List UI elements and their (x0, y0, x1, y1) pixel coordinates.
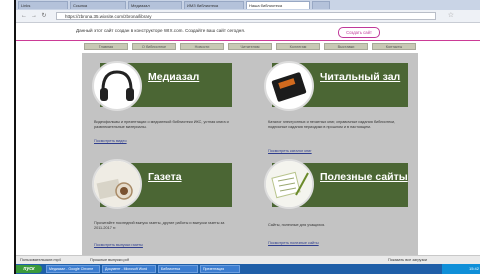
card-description: Каталог электронных и печатных книг, спр… (268, 120, 396, 129)
download-item[interactable]: Пользовательские.mp4 (20, 257, 61, 264)
create-site-button[interactable]: Создать сайт (338, 27, 380, 38)
card-link[interactable]: Посмотреть выпуски газеты (94, 243, 143, 247)
card-title[interactable]: Медиазал (148, 71, 199, 83)
url-field[interactable]: https://zbrona.35.wixsite.com/zbrona/lib… (56, 12, 436, 20)
tab-label: Наша библиотека (249, 3, 283, 8)
show-all-downloads-link[interactable]: Показать все загрузки (388, 257, 427, 264)
start-button[interactable]: пуск (16, 265, 42, 273)
tab-2[interactable]: Ссылка (70, 1, 126, 9)
back-button[interactable]: ← (20, 12, 28, 20)
card-title[interactable]: Газета (148, 171, 182, 183)
tab-label: Медиазал (131, 3, 150, 8)
book-image (264, 61, 314, 111)
menu-item-1[interactable]: Главная (84, 43, 128, 50)
coffee-cup-icon (94, 161, 140, 207)
menu-item-4[interactable]: Читателям (228, 43, 272, 50)
headphones-image (92, 61, 142, 111)
download-item[interactable]: Прошлые выпуски.pdf (90, 257, 129, 264)
card-link[interactable]: Посмотреть каталог книг (268, 149, 312, 153)
taskbar-item[interactable]: Презентация (200, 265, 240, 273)
card-description: Сайты, полезные для учащихся. (268, 223, 326, 227)
taskbar-item[interactable]: Документ - Microsoft Word (102, 265, 156, 273)
menu-item-5[interactable]: Коллегам (276, 43, 320, 50)
tab-label: Links (21, 3, 31, 8)
book-icon (271, 72, 307, 102)
wix-promo-banner: Данный этот сайт создан в конструкторе W… (16, 23, 480, 41)
newspaper-coffee-image (92, 159, 142, 209)
tab-1[interactable]: Links (18, 1, 68, 9)
system-tray-clock: 15:42 (442, 264, 480, 274)
notepad-icon (266, 161, 312, 207)
card-description: Видеофильмы и презентации о медиатекой б… (94, 120, 229, 129)
tab-5-active[interactable]: Наша библиотека (246, 1, 310, 9)
card-link[interactable]: Посмотреть полезные сайты (268, 241, 319, 245)
windows-taskbar: пуск Медиазал - Google Chrome Документ -… (16, 264, 480, 274)
back-arrow-icon: ← (21, 13, 27, 19)
forward-button[interactable]: → (30, 12, 38, 20)
headphones-icon (100, 70, 134, 101)
card-description: Прочитайте последний выпуск газеты, друг… (94, 221, 225, 230)
new-tab-button[interactable] (312, 1, 330, 9)
menu-item-2[interactable]: О библиотеке (132, 43, 176, 50)
tab-3[interactable]: Медиазал (128, 1, 182, 9)
card-title[interactable]: Полезные сайты (320, 171, 408, 183)
browser-window: Links Ссылка Медиазал ИМЗ библиотека Наш… (14, 0, 480, 274)
menu-item-6[interactable]: Выставки (324, 43, 368, 50)
reload-icon: ↻ (41, 13, 47, 19)
bookmark-star-icon[interactable]: ☆ (448, 11, 454, 19)
tab-label: Ссылка (73, 3, 88, 8)
reload-button[interactable]: ↻ (40, 12, 48, 20)
site-menu: Главная О библиотеке Новости Читателям К… (82, 42, 418, 51)
menu-item-3[interactable]: Новости (180, 43, 224, 50)
tab-label: ИМЗ библиотека (187, 3, 219, 8)
content-area: Медиазал Видеофильмы и презентации о мед… (82, 53, 418, 263)
taskbar-item[interactable]: Библиотека (158, 265, 198, 273)
forward-arrow-icon: → (31, 13, 37, 19)
card-title[interactable]: Читальный зал (320, 71, 400, 83)
wix-banner-text: Данный этот сайт создан в конструкторе W… (76, 28, 246, 33)
tab-4[interactable]: ИМЗ библиотека (184, 1, 244, 9)
tab-bar: Links Ссылка Медиазал ИМЗ библиотека Наш… (16, 0, 480, 10)
address-bar-row: ← → ↻ https://zbrona.35.wixsite.com/zbro… (16, 10, 480, 23)
site-page: Главная О библиотеке Новости Читателям К… (16, 41, 480, 263)
card-link[interactable]: Посмотреть видео (94, 139, 127, 143)
taskbar-item[interactable]: Медиазал - Google Chrome (46, 265, 100, 273)
menu-item-7[interactable]: Контакты (372, 43, 416, 50)
notes-image (264, 159, 314, 209)
